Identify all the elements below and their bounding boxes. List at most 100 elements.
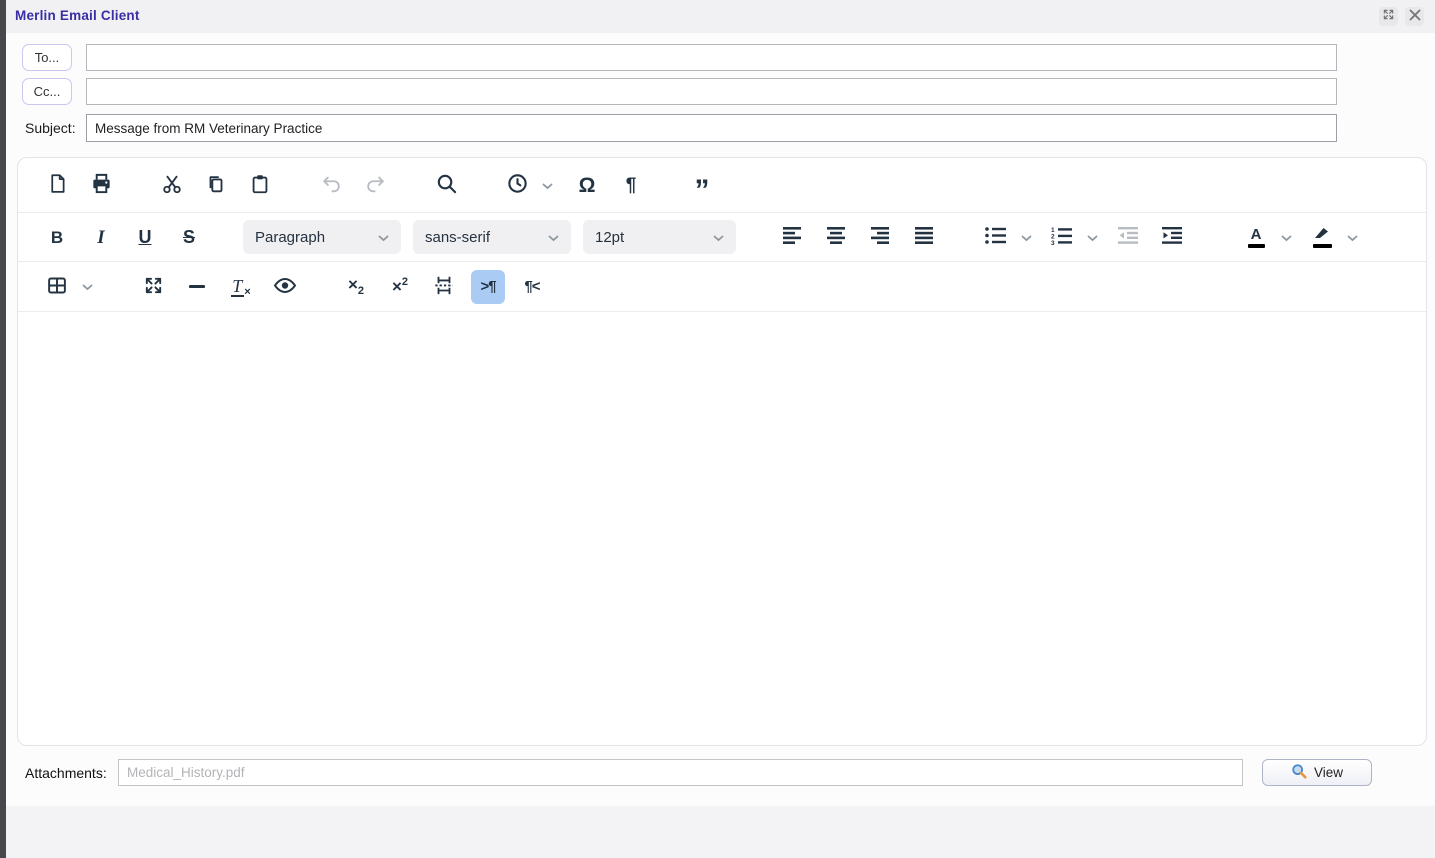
- align-center-button[interactable]: [820, 220, 854, 254]
- clear-formatting-button[interactable]: T ×: [224, 270, 258, 304]
- text-color-dropdown-arrow[interactable]: [1277, 220, 1295, 254]
- print-icon: [90, 172, 113, 198]
- print-button[interactable]: [84, 168, 118, 202]
- fullscreen-button[interactable]: [136, 270, 170, 304]
- cut-button[interactable]: [155, 168, 189, 202]
- align-left-icon: [783, 227, 803, 247]
- paste-button[interactable]: [243, 168, 277, 202]
- insert-datetime-dropdown-arrow[interactable]: [538, 168, 556, 202]
- indent-icon: [1161, 227, 1183, 247]
- chevron-down-icon: [1347, 230, 1358, 245]
- redo-button[interactable]: [358, 168, 392, 202]
- blockquote-button[interactable]: ”: [685, 168, 719, 206]
- highlight-color-dropdown-arrow[interactable]: [1343, 220, 1361, 254]
- justify-button[interactable]: [908, 220, 942, 254]
- footer-bar: Communication Type Contractual Send Emai…: [6, 806, 1435, 858]
- chevron-down-icon: [542, 178, 553, 193]
- copy-icon: [205, 173, 227, 198]
- special-character-button[interactable]: Ω: [570, 168, 604, 202]
- highlight-color-swatch: [1312, 244, 1332, 248]
- window-title: Merlin Email Client: [15, 8, 140, 23]
- strikethrough-button[interactable]: S: [172, 220, 206, 254]
- highlight-color-button[interactable]: [1305, 220, 1339, 254]
- clock-icon: [506, 172, 529, 198]
- text-color-swatch: [1247, 243, 1265, 248]
- underline-button[interactable]: U: [128, 220, 162, 254]
- table-button[interactable]: [40, 270, 74, 304]
- paragraph-format-dropdown[interactable]: Paragraph: [243, 220, 401, 254]
- preview-button[interactable]: [268, 270, 302, 304]
- formatting-marks-button[interactable]: ¶: [614, 168, 648, 202]
- numbered-list-dropdown-arrow[interactable]: [1083, 220, 1101, 254]
- justify-icon: [915, 227, 935, 247]
- search-icon: [435, 172, 458, 198]
- bold-button[interactable]: B: [40, 220, 74, 254]
- undo-icon: [320, 173, 343, 198]
- to-button[interactable]: To...: [22, 44, 72, 71]
- cc-input[interactable]: [86, 78, 1337, 105]
- undo-button[interactable]: [314, 168, 348, 202]
- highlighter-icon: [1313, 226, 1332, 242]
- search-button[interactable]: [429, 168, 463, 202]
- chevron-down-icon: [548, 229, 559, 246]
- rtl-button[interactable]: ¶<: [515, 270, 549, 304]
- bullet-list-icon: [985, 227, 1007, 247]
- bullet-list-dropdown-arrow[interactable]: [1017, 220, 1035, 254]
- fullscreen-icon: [143, 275, 164, 299]
- ltr-button[interactable]: >¶: [471, 269, 505, 304]
- horizontal-rule-button[interactable]: [180, 270, 214, 304]
- toolbar-row-1: Ω ¶ ”: [18, 158, 1426, 213]
- text-color-icon: A: [1250, 225, 1262, 243]
- attachments-input[interactable]: [118, 759, 1243, 786]
- email-client-dialog: Merlin Email Client To... Cc... Subject:: [6, 0, 1435, 858]
- to-input[interactable]: [86, 44, 1337, 71]
- chevron-down-icon: [713, 229, 724, 246]
- bullet-list-button[interactable]: [979, 220, 1013, 254]
- paste-icon: [249, 173, 271, 198]
- numbered-list-button[interactable]: 1 2 3: [1045, 220, 1079, 254]
- align-left-button[interactable]: [776, 220, 810, 254]
- cut-icon: [161, 173, 183, 198]
- horizontal-rule-icon: [189, 285, 205, 288]
- editor-content-area[interactable]: [18, 312, 1426, 588]
- rich-text-editor: Ω ¶ ” B I U S Paragraph sans-serif 12pt …: [17, 157, 1427, 746]
- align-center-icon: [827, 227, 847, 247]
- cc-button[interactable]: Cc...: [22, 78, 72, 105]
- font-family-dropdown[interactable]: sans-serif: [413, 220, 571, 254]
- align-right-icon: [871, 227, 891, 247]
- italic-button[interactable]: I: [84, 220, 118, 254]
- page-break-button[interactable]: [427, 270, 461, 304]
- svg-text:3: 3: [1051, 240, 1055, 245]
- align-right-button[interactable]: [864, 220, 898, 254]
- chevron-down-icon: [1281, 230, 1292, 245]
- close-button[interactable]: [1405, 7, 1424, 26]
- eye-icon: [273, 277, 297, 297]
- maximize-icon: [1382, 8, 1395, 26]
- indent-button[interactable]: [1155, 220, 1189, 254]
- insert-datetime-button[interactable]: [500, 168, 534, 202]
- copy-button[interactable]: [199, 168, 233, 202]
- outdent-button[interactable]: [1111, 220, 1145, 254]
- text-color-button[interactable]: A: [1239, 220, 1273, 254]
- font-family-value: sans-serif: [425, 228, 491, 246]
- ltr-icon: >¶: [480, 278, 496, 295]
- bold-icon: B: [50, 227, 64, 247]
- chevron-down-icon: [378, 229, 389, 246]
- subscript-button[interactable]: × 2: [339, 270, 373, 304]
- maximize-button[interactable]: [1379, 7, 1398, 26]
- chevron-down-icon: [82, 279, 93, 294]
- superscript-button[interactable]: × 2: [383, 270, 417, 304]
- subject-input[interactable]: [86, 114, 1337, 142]
- chevron-down-icon: [1087, 230, 1098, 245]
- page-break-icon: [433, 274, 455, 299]
- pilcrow-icon: ¶: [625, 174, 637, 196]
- chevron-down-icon: [1021, 230, 1032, 245]
- view-attachment-button[interactable]: View: [1262, 759, 1372, 786]
- toolbar-row-2: B I U S Paragraph sans-serif 12pt 1 2 3 …: [18, 213, 1426, 262]
- redo-icon: [364, 173, 387, 198]
- font-size-value: 12pt: [595, 228, 625, 246]
- close-icon: [1409, 8, 1421, 26]
- font-size-dropdown[interactable]: 12pt: [583, 220, 736, 254]
- table-dropdown-arrow[interactable]: [78, 270, 96, 304]
- new-document-button[interactable]: [40, 168, 74, 202]
